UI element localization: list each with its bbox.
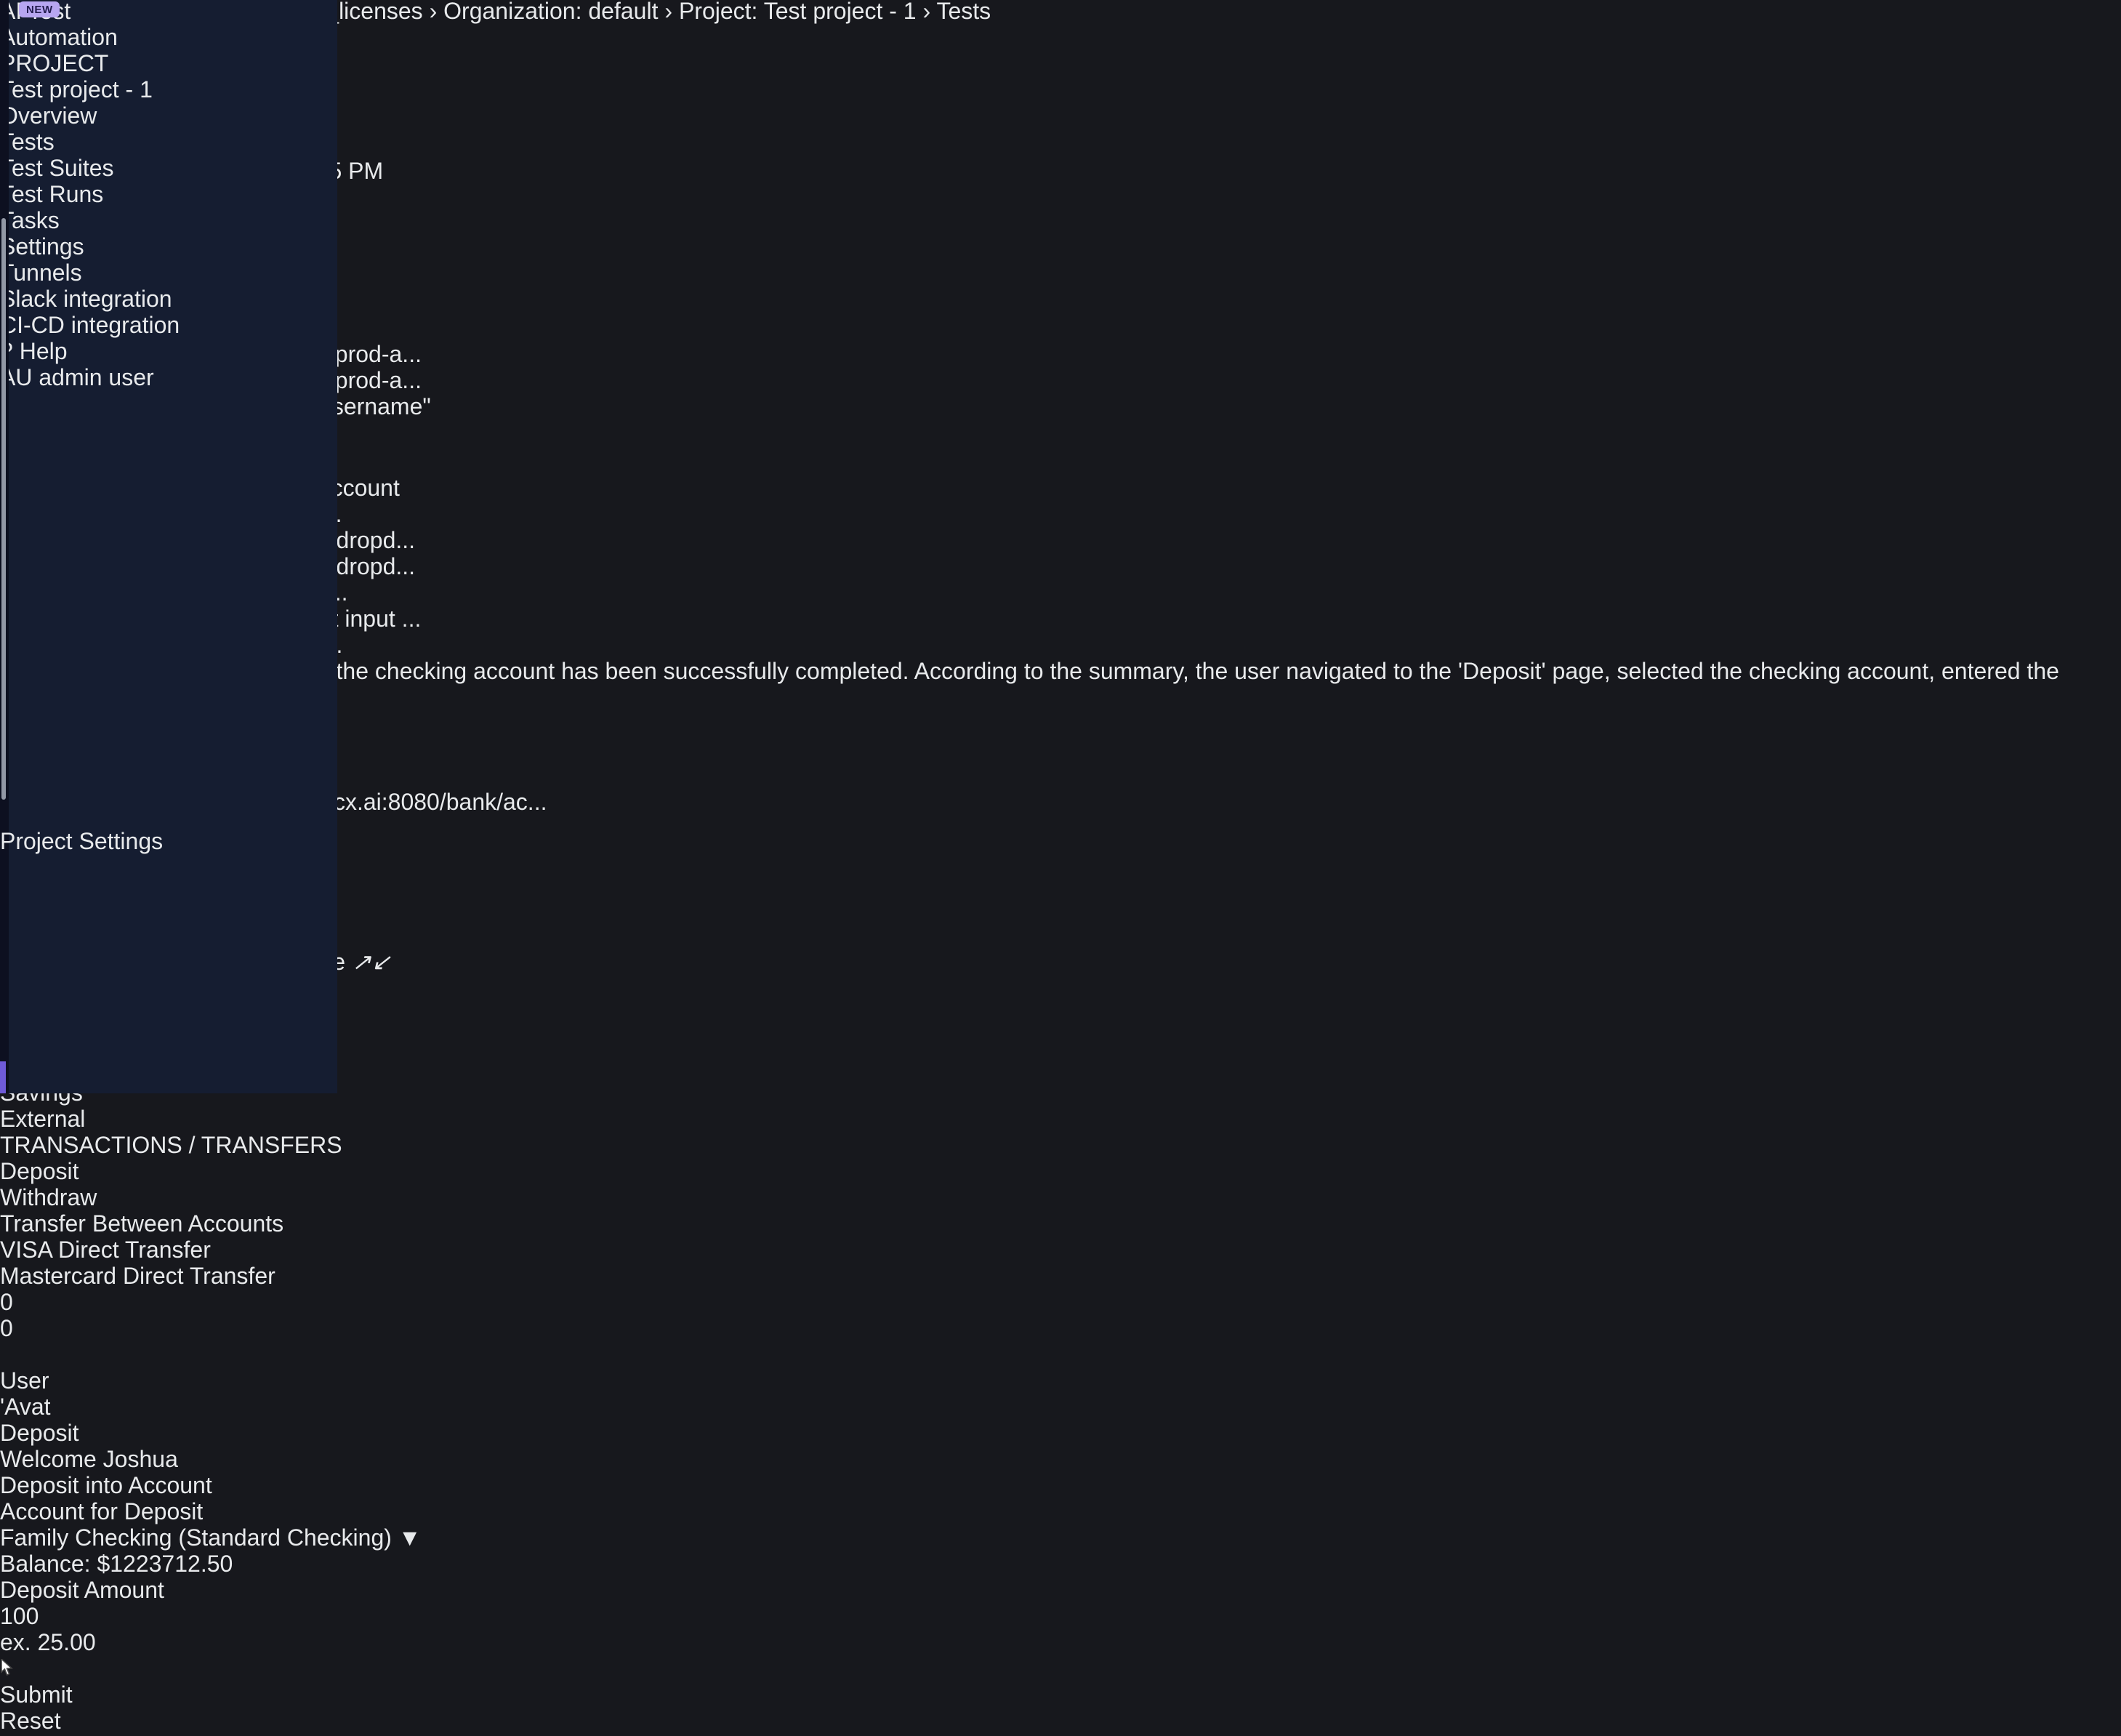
- sidebar-item-tasks[interactable]: Tasks: [0, 209, 337, 236]
- bank-nav-deposit[interactable]: Deposit: [0, 1160, 2121, 1186]
- sidebar-item-help[interactable]: ? Help: [0, 340, 337, 366]
- balance-text: Balance: $1223712.50: [0, 1553, 2121, 1579]
- sidebar-item-cicd-integration[interactable]: CI-CD integration: [0, 314, 337, 340]
- sidebar-item-test-suites[interactable]: Test Suites: [0, 157, 337, 183]
- bank-section-transactions: TRANSACTIONS / TRANSFERS: [0, 1134, 2121, 1160]
- breadcrumb-organization[interactable]: Organization: default: [443, 0, 658, 25]
- deposit-panel: Deposit into Account Account for Deposit…: [0, 1474, 2121, 1684]
- breadcrumb-separator: ›: [664, 0, 672, 25]
- sidebar-nav: Overview Tests Test Suites Test Runs Tas…: [0, 105, 337, 340]
- sidebar-item-test-runs[interactable]: Test Runs: [0, 183, 337, 209]
- deposit-panel-title: Deposit into Account: [0, 1474, 2121, 1500]
- breadcrumb-separator: ›: [430, 0, 438, 25]
- bank-avatar-broken: User 'Avat: [0, 1343, 2121, 1422]
- sidebar-item-tests[interactable]: Tests: [0, 131, 337, 157]
- notification-icon-red[interactable]: 0: [0, 1291, 2121, 1317]
- bank-nav-visa-transfer[interactable]: VISA Direct Transfer: [0, 1239, 2121, 1265]
- sidebar-item-project-settings[interactable]: Project Settings: [0, 830, 297, 856]
- sidebar-scrollbar[interactable]: [1, 218, 6, 800]
- user-menu[interactable]: AU admin user: [0, 366, 337, 393]
- sidebar-item-settings[interactable]: Settings: [0, 236, 337, 262]
- bank-nav-withdraw[interactable]: Withdraw: [0, 1186, 2121, 1213]
- bank-nav-transfer-between[interactable]: Transfer Between Accounts: [0, 1213, 2121, 1239]
- breadcrumb-project[interactable]: Project: Test project - 1: [679, 0, 917, 25]
- sidebar-item-tunnels[interactable]: Tunnels: [0, 262, 337, 288]
- bank-nav-mastercard-transfer[interactable]: Mastercard Direct Transfer: [0, 1265, 2121, 1291]
- amount-input[interactable]: 100: [0, 1605, 2121, 1631]
- sidebar-scrollbar-accent: [0, 1061, 6, 1093]
- amount-hint: ex. 25.00: [0, 1631, 2121, 1657]
- bank-page-title: Deposit: [0, 1422, 2121, 1448]
- project-name: Test project - 1: [0, 79, 153, 103]
- notification-icon-blue[interactable]: 0: [0, 1317, 2121, 1343]
- sidebar-item-overview[interactable]: Overview: [0, 105, 337, 131]
- sidebar-item-slack-integration[interactable]: Slack integration: [0, 288, 337, 314]
- user-name: admin user: [39, 366, 153, 391]
- new-badge: NEW: [19, 1, 60, 17]
- account-label: Account for Deposit: [0, 1500, 2121, 1527]
- mouse-cursor-icon: [0, 1659, 15, 1676]
- sidebar: NEW AI Test Automation PROJECT Test proj…: [0, 0, 337, 1093]
- balance-value: $1223712.50: [97, 1553, 233, 1578]
- chevron-down-icon: ▼: [398, 1527, 422, 1551]
- bank-nav-external[interactable]: External: [0, 1108, 2121, 1134]
- submit-button[interactable]: Submit: [0, 1684, 2121, 1710]
- bank-welcome-text: Welcome Joshua: [0, 1448, 2121, 1474]
- account-select[interactable]: Family Checking (Standard Checking) ▼: [0, 1527, 2121, 1553]
- reset-button[interactable]: Reset: [0, 1710, 2121, 1736]
- app-root: NEW AI Test Automation PROJECT Test proj…: [0, 0, 2121, 1093]
- breadcrumb-separator: ›: [923, 0, 931, 25]
- fullscreen-icon[interactable]: ↗↙: [352, 951, 391, 976]
- amount-label: Deposit Amount: [0, 1579, 2121, 1605]
- app-logo-icon: [23, 25, 67, 73]
- breadcrumb-tests[interactable]: Tests: [936, 0, 991, 25]
